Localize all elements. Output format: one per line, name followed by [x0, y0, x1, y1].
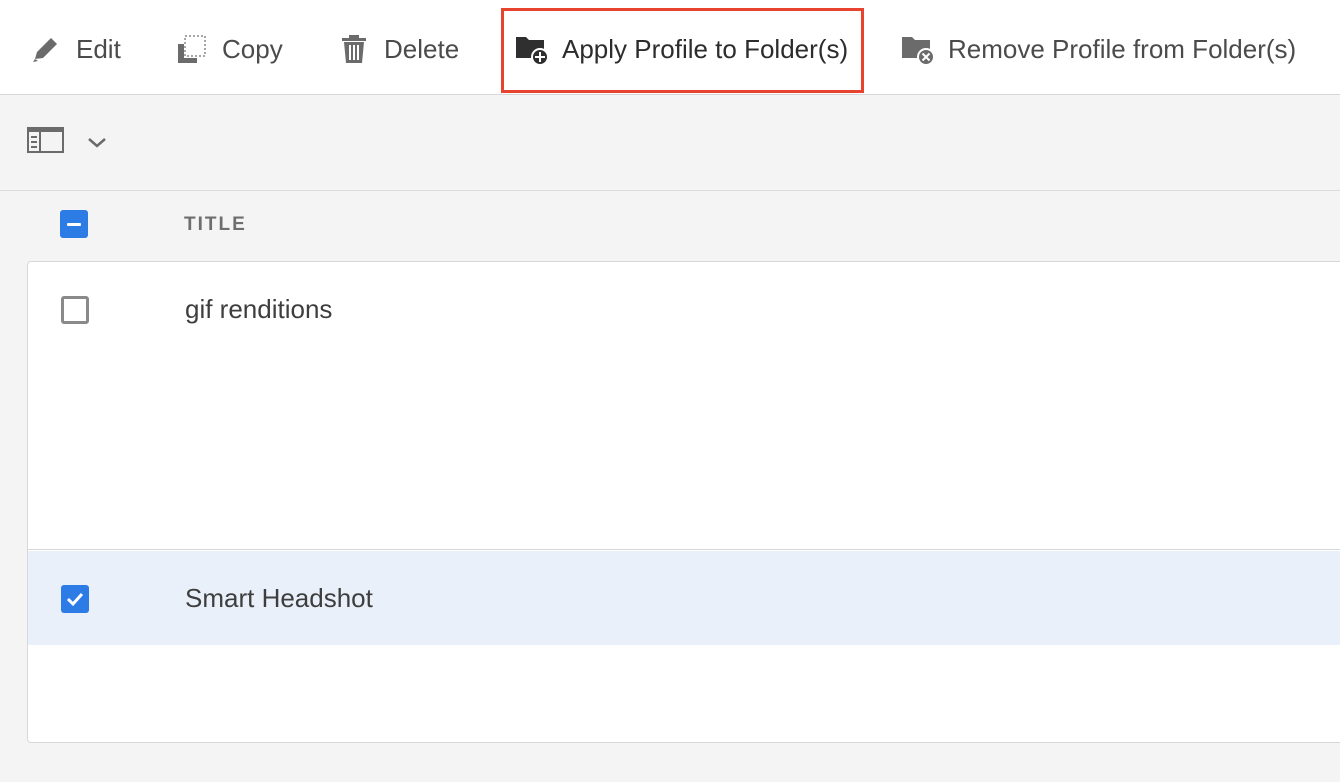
- action-bar: Edit Copy Delete Apply Profile to Folder…: [0, 0, 1340, 95]
- remove-profile-label: Remove Profile from Folder(s): [948, 33, 1297, 64]
- trash-icon: [336, 31, 372, 67]
- table-body: gif renditions Smart Headshot: [27, 261, 1340, 743]
- copy-button[interactable]: Copy: [174, 22, 283, 76]
- copy-icon: [174, 31, 210, 67]
- table-header: TITLE: [0, 192, 1340, 260]
- indeterminate-icon: [67, 222, 81, 226]
- pencil-icon: [28, 31, 64, 67]
- table-row[interactable]: gif renditions: [28, 262, 1340, 550]
- row-checkbox[interactable]: [61, 296, 89, 324]
- row-title: gif renditions: [185, 294, 333, 324]
- delete-label: Delete: [384, 33, 460, 64]
- remove-profile-button[interactable]: Remove Profile from Folder(s): [900, 22, 1296, 76]
- delete-button[interactable]: Delete: [336, 22, 459, 76]
- folder-remove-icon: [900, 31, 936, 67]
- row-title: Smart Headshot: [185, 583, 373, 613]
- checkmark-icon: [65, 590, 85, 608]
- column-header-title[interactable]: TITLE: [184, 214, 247, 236]
- edit-button[interactable]: Edit: [28, 22, 121, 76]
- list-view-icon: [26, 125, 66, 160]
- row-checkbox[interactable]: [61, 585, 89, 613]
- edit-label: Edit: [76, 33, 121, 64]
- view-bar: [0, 95, 1340, 191]
- copy-label: Copy: [222, 33, 283, 64]
- view-switcher[interactable]: [26, 125, 108, 160]
- chevron-down-icon[interactable]: [86, 135, 108, 151]
- select-all-checkbox[interactable]: [60, 210, 88, 238]
- highlight-annotation: [501, 8, 864, 93]
- table-row-selected[interactable]: Smart Headshot: [28, 551, 1340, 645]
